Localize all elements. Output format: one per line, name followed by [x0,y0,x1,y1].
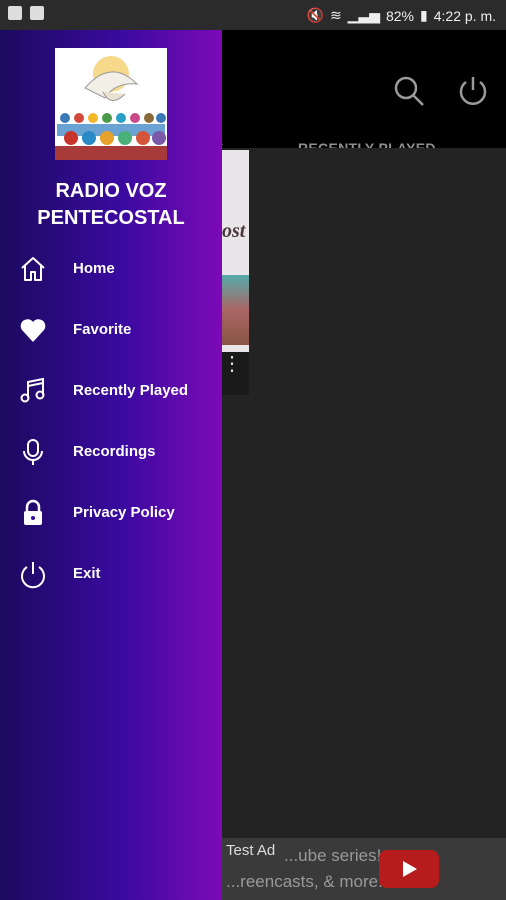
wifi-icon: ≋ [329,7,342,23]
menu-item-exit[interactable]: Exit [0,543,222,604]
gallery-notification-icon [8,6,22,20]
navigation-drawer: RADIO VOZ PENTECOSTAL Home Favorite Rece… [0,30,222,900]
youtube-notification-icon [30,6,44,20]
menu-label-home: Home [73,260,115,277]
ad-banner[interactable]: Test Ad ...ube series! ...reencasts, & m… [222,838,506,900]
drawer-title-line-2: PENTECOSTAL [37,207,185,229]
ad-label: Test Ad [226,842,276,859]
power-icon [21,561,45,588]
drawer-menu: Home Favorite Recently Played Recordings… [0,238,222,604]
lock-icon [24,499,42,525]
youtube-play-icon[interactable] [379,850,439,888]
mute-icon: 🔇 [306,7,324,23]
microphone-icon [23,438,43,465]
home-icon [21,256,45,281]
menu-label-recordings: Recordings [73,443,156,460]
status-bar: 🔇 ≋ ▁▃▅ 82% ▮ 4:22 p. m. [0,0,506,30]
menu-label-recently-played: Recently Played [73,382,189,399]
music-note-icon [20,377,45,402]
menu-label-privacy-policy: Privacy Policy [73,504,175,521]
more-options-icon[interactable]: ⋮ [222,354,242,374]
station-logo [55,48,167,160]
menu-label-favorite: Favorite [73,321,132,338]
drawer-title-line-1: RADIO VOZ [55,180,167,202]
power-icon[interactable] [456,74,490,108]
menu-item-favorite[interactable]: Favorite [0,299,222,360]
status-left-icons [8,6,44,20]
menu-label-exit: Exit [73,565,101,582]
heart-icon [20,318,46,342]
dove-crowd-illustration [55,48,167,160]
menu-item-recordings[interactable]: Recordings [0,421,222,482]
drawer-title: RADIO VOZ PENTECOSTAL [0,178,222,232]
menu-item-recently-played[interactable]: Recently Played [0,360,222,421]
menu-item-home[interactable]: Home [0,238,222,299]
ad-line-2: ...reencasts, & more. [226,872,383,891]
menu-item-privacy-policy[interactable]: Privacy Policy [0,482,222,543]
battery-icon: ▮ [420,7,428,23]
status-right: 🔇 ≋ ▁▃▅ 82% ▮ 4:22 p. m. [307,7,497,24]
clock: 4:22 p. m. [433,7,496,24]
search-icon[interactable] [392,74,426,108]
signal-icon: ▁▃▅ [347,7,380,23]
ad-line-1: ...ube series! [284,846,382,865]
battery-percent: 82% [385,7,415,24]
card-logo-text: ost [222,220,246,242]
